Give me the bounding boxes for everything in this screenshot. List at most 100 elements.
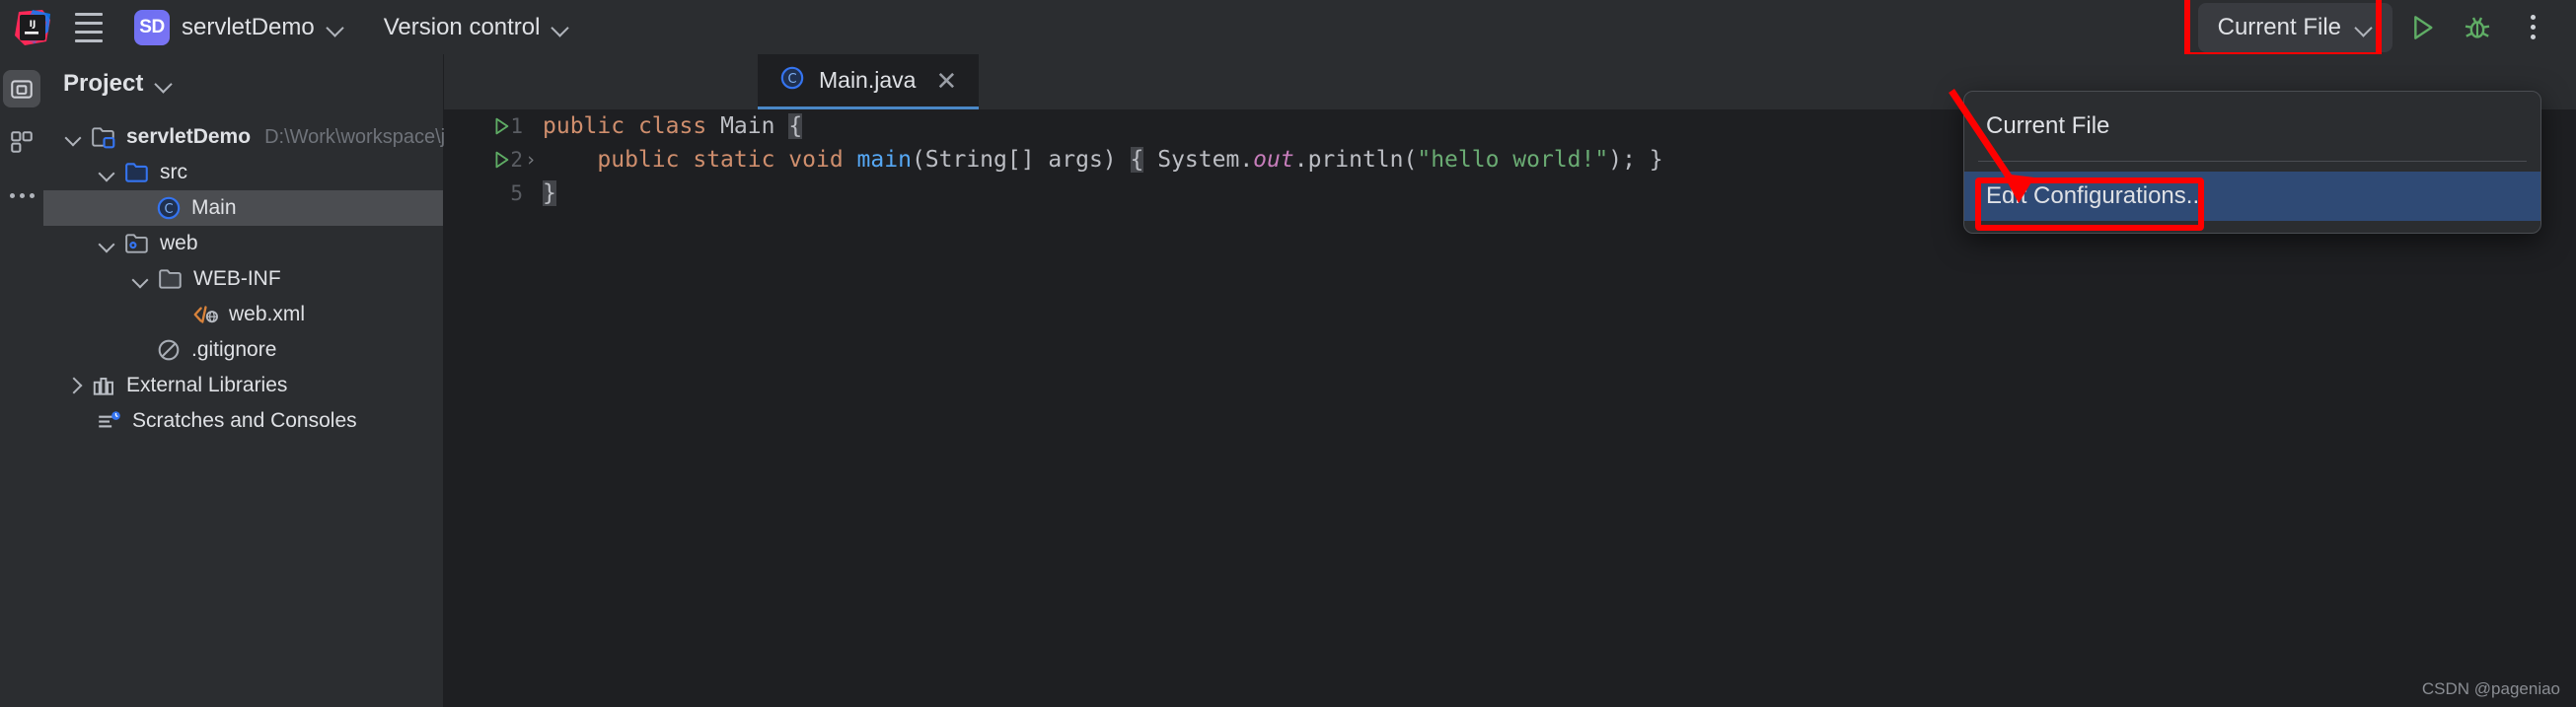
chevron-down-icon — [155, 75, 173, 93]
version-control-selector[interactable]: Version control — [370, 8, 584, 47]
code-token-method-main: main — [856, 147, 912, 173]
libraries-icon — [89, 373, 118, 398]
gutter-fold-icon[interactable]: › — [521, 143, 541, 177]
code-token-public: public — [597, 147, 680, 173]
intellij-idea-logo-icon: IJ — [10, 5, 55, 50]
run-configuration-widget-wrap: Current File — [2183, 0, 2392, 58]
code-token-string-literal: "hello world!" — [1417, 147, 1609, 173]
structure-grid-icon — [11, 131, 33, 153]
debug-button[interactable] — [2452, 3, 2503, 52]
java-class-icon: C — [154, 195, 184, 221]
left-tool-rail — [0, 54, 43, 707]
line-number: 2 — [510, 148, 523, 172]
twisty-down-icon[interactable] — [61, 124, 87, 150]
tree-row-web-xml[interactable]: web.xml — [43, 297, 443, 332]
tree-label: Main — [191, 196, 237, 219]
project-folder-icon — [11, 80, 33, 99]
web-folder-icon — [122, 231, 152, 256]
gitignore-icon — [154, 337, 184, 363]
tree-row-external-libraries[interactable]: External Libraries — [43, 368, 443, 403]
tree-label: src — [160, 161, 187, 183]
scratches-icon — [95, 408, 124, 434]
svg-text:C: C — [787, 72, 796, 87]
svg-text:C: C — [164, 202, 173, 217]
run-configuration-label: Current File — [2217, 13, 2341, 40]
code-token-system: System. — [1157, 147, 1254, 173]
twisty-down-icon[interactable] — [95, 160, 120, 185]
rail-button-project[interactable] — [3, 70, 40, 107]
tree-row-src[interactable]: src — [43, 155, 443, 190]
tree-label: WEB-INF — [193, 267, 281, 290]
tree-label: web.xml — [229, 303, 306, 325]
line-number: 1 — [510, 114, 523, 138]
more-horizontal-icon — [9, 192, 35, 198]
version-control-label: Version control — [383, 13, 541, 40]
code-token-tail: ); } — [1608, 147, 1663, 173]
run-configuration-dropdown: Current File Edit Configurations... — [1963, 91, 2541, 234]
tabbar-spacer — [444, 54, 758, 109]
toolbar-left-group: IJ SD servletDemo Version control — [0, 4, 583, 51]
code-token-classname: Main — [720, 113, 775, 139]
code-token-brace: { — [1130, 147, 1144, 173]
tree-row-main[interactable]: C Main — [43, 190, 443, 226]
tree-label: web — [160, 232, 198, 254]
close-icon[interactable]: ✕ — [935, 68, 957, 94]
toolbar-right-group: Current File — [2183, 0, 2576, 58]
more-options-button[interactable] — [2507, 3, 2558, 52]
chevron-down-icon — [327, 19, 344, 36]
watermark-label: CSDN @pageniao — [2421, 679, 2560, 698]
editor-tab-label: Main.java — [819, 67, 917, 93]
svg-text:IJ: IJ — [30, 20, 37, 30]
editor-tab-main-java[interactable]: C Main.java ✕ — [758, 54, 980, 109]
project-panel-header[interactable]: Project — [43, 54, 443, 107]
editor-gutter: 1 2 5 — [444, 109, 531, 707]
code-token-println: .println( — [1293, 147, 1418, 173]
line-number: 5 — [510, 181, 523, 205]
xml-file-icon — [191, 302, 221, 327]
run-configuration-selector[interactable]: Current File — [2197, 2, 2392, 52]
tree-row-web[interactable]: web — [43, 226, 443, 261]
twisty-down-icon[interactable] — [128, 266, 154, 292]
tree-label: servletDemo — [126, 125, 252, 148]
hamburger-menu-icon[interactable] — [63, 5, 114, 50]
java-class-icon: C — [779, 65, 805, 96]
intellij-idea-window: IJ SD servletDemo Version control Curren — [0, 0, 2576, 707]
chevron-down-icon — [2355, 19, 2373, 36]
project-tool-window: Project servletDemo D:\Work\workspace\ja… — [43, 54, 491, 707]
folder-icon — [156, 266, 185, 292]
tree-row-scratches-and-consoles[interactable]: Scratches and Consoles — [43, 403, 443, 439]
code-token-brace: { — [788, 113, 803, 139]
debug-bug-icon — [2465, 17, 2490, 38]
code-token-public: public — [543, 113, 626, 139]
tree-label: External Libraries — [126, 374, 288, 396]
gutter-run-icon[interactable] — [489, 109, 513, 143]
tree-row-servletdemo[interactable]: servletDemo D:\Work\workspace\javaw — [43, 119, 491, 155]
rail-button-more[interactable] — [3, 177, 40, 214]
tree-row-web-inf[interactable]: WEB-INF — [43, 261, 443, 297]
project-selector[interactable]: SD servletDemo — [126, 4, 356, 51]
source-folder-icon — [122, 160, 152, 185]
tree-row-gitignore[interactable]: .gitignore — [43, 332, 443, 368]
main-toolbar: IJ SD servletDemo Version control Curren — [0, 0, 2576, 58]
twisty-right-icon[interactable] — [61, 373, 87, 398]
tree-label: .gitignore — [191, 338, 277, 361]
dropdown-item-current-file[interactable]: Current File — [1964, 102, 2540, 151]
twisty-down-icon[interactable] — [95, 231, 120, 256]
dropdown-item-label: Edit Configurations... — [1986, 182, 2206, 209]
project-file-tree: servletDemo D:\Work\workspace\javaw src — [43, 107, 491, 439]
more-vertical-icon — [2530, 15, 2536, 39]
gutter-run-icon[interactable] — [489, 143, 513, 177]
code-token-params: (String[] args) — [911, 147, 1117, 173]
dropdown-item-edit-configurations[interactable]: Edit Configurations... — [1964, 172, 2540, 221]
project-panel-title: Project — [63, 70, 144, 97]
code-token-void: void — [788, 147, 844, 173]
run-button[interactable] — [2396, 3, 2448, 52]
dropdown-separator — [1978, 161, 2527, 162]
code-token-class: class — [637, 113, 707, 139]
rail-button-structure[interactable] — [3, 123, 40, 161]
code-token-brace: } — [543, 180, 556, 206]
run-play-icon — [2414, 15, 2433, 39]
module-folder-icon — [89, 124, 118, 150]
tree-label: Scratches and Consoles — [132, 409, 357, 432]
dropdown-item-label: Current File — [1986, 112, 2110, 139]
